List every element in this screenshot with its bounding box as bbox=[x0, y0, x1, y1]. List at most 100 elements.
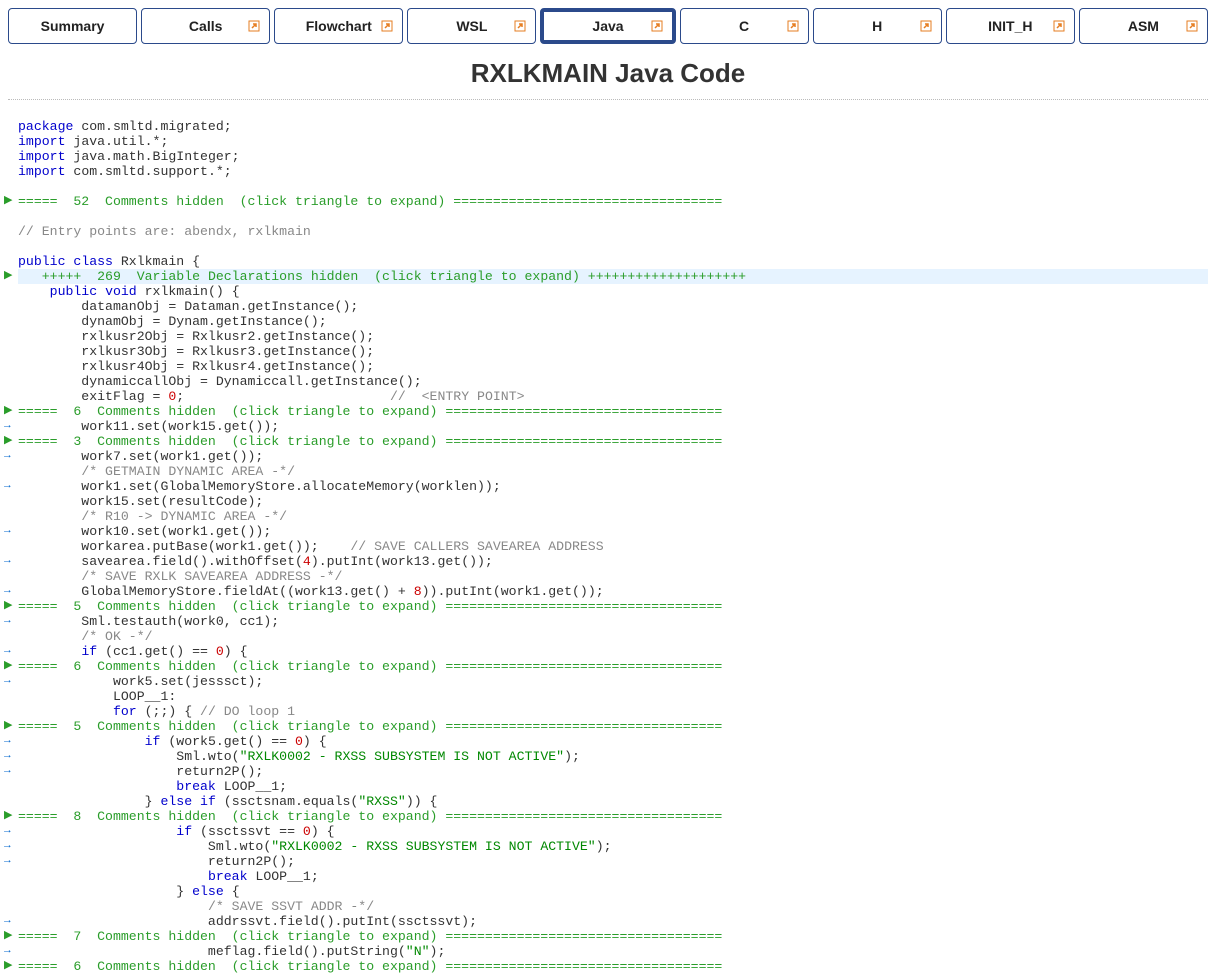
gutter bbox=[4, 884, 18, 899]
code-text: if (ssctssvt == 0) { bbox=[18, 824, 1208, 839]
code-text: +++++ 269 Variable Declarations hidden (… bbox=[18, 269, 1208, 284]
code-text: ===== 3 Comments hidden (click triangle … bbox=[18, 434, 1208, 449]
code-line: → work7.set(work1.get()); bbox=[4, 449, 1208, 464]
expand-triangle-icon[interactable]: ▶ bbox=[4, 404, 18, 419]
code-text: work1.set(GlobalMemoryStore.allocateMemo… bbox=[18, 479, 1208, 494]
code-line: ▶===== 6 Comments hidden (click triangle… bbox=[4, 959, 1208, 974]
arrow-marker-icon: → bbox=[4, 524, 18, 539]
popout-icon[interactable] bbox=[786, 19, 800, 33]
code-text: rxlkusr2Obj = Rxlkusr2.getInstance(); bbox=[18, 329, 1208, 344]
code-text: package com.smltd.migrated; bbox=[18, 119, 1208, 134]
code-line: import com.smltd.support.*; bbox=[4, 164, 1208, 179]
arrow-marker-icon: → bbox=[4, 644, 18, 659]
code-text: ===== 6 Comments hidden (click triangle … bbox=[18, 659, 1208, 674]
expand-triangle-icon[interactable]: ▶ bbox=[4, 929, 18, 944]
code-line: → Sml.wto("RXLK0002 - RXSS SUBSYSTEM IS … bbox=[4, 839, 1208, 854]
code-line: ▶===== 6 Comments hidden (click triangle… bbox=[4, 404, 1208, 419]
code-line: dynamiccallObj = Dynamiccall.getInstance… bbox=[4, 374, 1208, 389]
tab-label: INIT_H bbox=[988, 18, 1032, 34]
expand-triangle-icon[interactable]: ▶ bbox=[4, 809, 18, 824]
popout-icon[interactable] bbox=[1052, 19, 1066, 33]
tab-summary[interactable]: Summary bbox=[8, 8, 137, 44]
arrow-marker-icon: → bbox=[4, 854, 18, 869]
arrow-marker-icon: → bbox=[4, 419, 18, 434]
code-line bbox=[4, 179, 1208, 194]
popout-icon[interactable] bbox=[513, 19, 527, 33]
code-text: datamanObj = Dataman.getInstance(); bbox=[18, 299, 1208, 314]
gutter bbox=[4, 299, 18, 314]
gutter bbox=[4, 689, 18, 704]
expand-triangle-icon[interactable]: ▶ bbox=[4, 194, 18, 209]
code-text: rxlkusr3Obj = Rxlkusr3.getInstance(); bbox=[18, 344, 1208, 359]
code-line: → if (ssctssvt == 0) { bbox=[4, 824, 1208, 839]
code-text: savearea.field().withOffset(4).putInt(wo… bbox=[18, 554, 1208, 569]
code-text: } else if (ssctsnam.equals("RXSS")) { bbox=[18, 794, 1208, 809]
code-line: → work5.set(jesssct); bbox=[4, 674, 1208, 689]
tab-wsl[interactable]: WSL bbox=[407, 8, 536, 44]
tab-flowchart[interactable]: Flowchart bbox=[274, 8, 403, 44]
code-line: → work11.set(work15.get()); bbox=[4, 419, 1208, 434]
tab-calls[interactable]: Calls bbox=[141, 8, 270, 44]
tab-asm[interactable]: ASM bbox=[1079, 8, 1208, 44]
code-text: work5.set(jesssct); bbox=[18, 674, 1208, 689]
page-title: RXLKMAIN Java Code bbox=[0, 46, 1216, 99]
tab-label: Java bbox=[592, 18, 623, 34]
popout-icon[interactable] bbox=[380, 19, 394, 33]
code-text bbox=[18, 104, 1208, 119]
tab-bar: Summary Calls Flowchart WSL Java C H INIT_H ASM bbox=[0, 0, 1216, 46]
expand-triangle-icon[interactable]: ▶ bbox=[4, 959, 18, 974]
code-text bbox=[18, 179, 1208, 194]
code-text: rxlkusr4Obj = Rxlkusr4.getInstance(); bbox=[18, 359, 1208, 374]
tab-label: Flowchart bbox=[306, 18, 372, 34]
arrow-marker-icon: → bbox=[4, 749, 18, 764]
code-text: GlobalMemoryStore.fieldAt((work13.get() … bbox=[18, 584, 1208, 599]
gutter bbox=[4, 899, 18, 914]
expand-triangle-icon[interactable]: ▶ bbox=[4, 434, 18, 449]
code-text: dynamObj = Dynam.getInstance(); bbox=[18, 314, 1208, 329]
code-text: LOOP__1: bbox=[18, 689, 1208, 704]
expand-triangle-icon[interactable]: ▶ bbox=[4, 659, 18, 674]
arrow-marker-icon: → bbox=[4, 764, 18, 779]
gutter bbox=[4, 464, 18, 479]
gutter bbox=[4, 344, 18, 359]
tab-c[interactable]: C bbox=[680, 8, 809, 44]
code-line: /* SAVE SSVT ADDR -*/ bbox=[4, 899, 1208, 914]
code-line: → savearea.field().withOffset(4).putInt(… bbox=[4, 554, 1208, 569]
code-line: → addrssvt.field().putInt(ssctssvt); bbox=[4, 914, 1208, 929]
gutter bbox=[4, 209, 18, 224]
tab-label: H bbox=[872, 18, 882, 34]
code-text: /* SAVE RXLK SAVEAREA ADDRESS -*/ bbox=[18, 569, 1208, 584]
popout-icon[interactable] bbox=[1185, 19, 1199, 33]
tab-label: ASM bbox=[1128, 18, 1159, 34]
tab-label: Summary bbox=[41, 18, 105, 34]
code-line: rxlkusr2Obj = Rxlkusr2.getInstance(); bbox=[4, 329, 1208, 344]
code-line: for (;;) { // DO loop 1 bbox=[4, 704, 1208, 719]
code-text: /* OK -*/ bbox=[18, 629, 1208, 644]
tab-init-h[interactable]: INIT_H bbox=[946, 8, 1075, 44]
code-line: import java.util.*; bbox=[4, 134, 1208, 149]
tab-java[interactable]: Java bbox=[540, 8, 675, 44]
popout-icon[interactable] bbox=[919, 19, 933, 33]
arrow-marker-icon: → bbox=[4, 944, 18, 959]
expand-triangle-icon[interactable]: ▶ bbox=[4, 719, 18, 734]
tab-h[interactable]: H bbox=[813, 8, 942, 44]
code-line: ▶===== 3 Comments hidden (click triangle… bbox=[4, 434, 1208, 449]
gutter bbox=[4, 179, 18, 194]
code-line: → meflag.field().putString("N"); bbox=[4, 944, 1208, 959]
gutter bbox=[4, 389, 18, 404]
code-line: public void rxlkmain() { bbox=[4, 284, 1208, 299]
popout-icon[interactable] bbox=[247, 19, 261, 33]
gutter bbox=[4, 164, 18, 179]
code-text: work10.set(work1.get()); bbox=[18, 524, 1208, 539]
code-text: ===== 52 Comments hidden (click triangle… bbox=[18, 194, 1208, 209]
code-line: package com.smltd.migrated; bbox=[4, 119, 1208, 134]
code-text: exitFlag = 0; // <ENTRY POINT> bbox=[18, 389, 1208, 404]
popout-icon[interactable] bbox=[650, 19, 664, 33]
expand-triangle-icon[interactable]: ▶ bbox=[4, 599, 18, 614]
code-line: rxlkusr4Obj = Rxlkusr4.getInstance(); bbox=[4, 359, 1208, 374]
expand-triangle-icon[interactable]: ▶ bbox=[4, 269, 18, 284]
gutter bbox=[4, 329, 18, 344]
arrow-marker-icon: → bbox=[4, 674, 18, 689]
tab-label: Calls bbox=[189, 18, 222, 34]
code-line: workarea.putBase(work1.get()); // SAVE C… bbox=[4, 539, 1208, 554]
